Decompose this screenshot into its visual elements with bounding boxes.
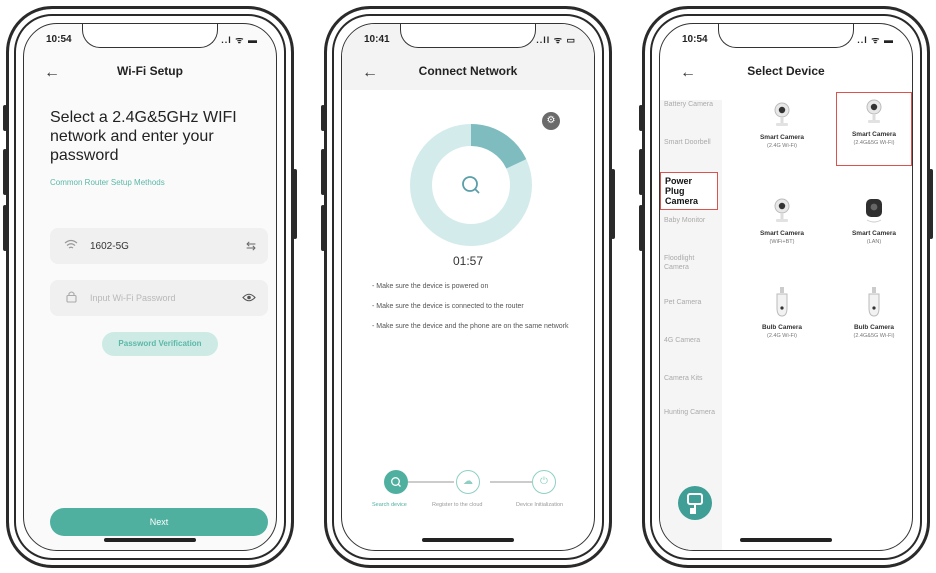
help-icon[interactable] [678,486,712,520]
device-subtitle: (WiFi+BT) [769,239,795,245]
wifi-headline: Select a 2.4G&5GHz WIFI network and ente… [50,109,237,164]
home-indicator[interactable] [422,538,514,542]
volume-up-button [639,149,643,195]
device-card[interactable]: Smart Camera (WiFi+BT) [744,192,820,245]
power-step-icon: ⏻ [532,470,556,494]
connection-tips: - Make sure the device is powered on - M… [372,282,572,342]
power-button [611,169,615,239]
device-name: Smart Camera [759,134,805,141]
bulb-camera-icon [868,287,880,317]
camera-icon [774,198,790,222]
device-name: Smart Camera [851,230,897,237]
power-button [293,169,297,239]
screen: 10:54 ..l ᯤ ▬ ← Select Device Battery Ca… [659,23,913,551]
volume-down-button [321,205,325,251]
status-icons: ..l ᯤ ▬ [857,35,894,45]
screen: 10:54 ..l ᯤ ▬ ← Wi-Fi Setup Select a 2.4… [23,23,277,551]
router-setup-link[interactable]: Common Router Setup Methods [50,178,165,187]
lan-camera-icon [866,199,882,223]
power-button [929,169,933,239]
device-card[interactable]: Bulb Camera (2.4G&5G Wi-Fi) [836,280,912,339]
ssid-field[interactable]: 1602-5G ⇆ [50,228,268,264]
cloud-step-icon: ☁ [456,470,480,494]
volume-up-button [321,149,325,195]
device-subtitle: (2.4G&5G Wi-Fi) [853,333,895,339]
screen: 10:41 ..ll ᯤ ▭ ← Connect Network ⚙ 01:57… [341,23,595,551]
camera-icon [866,99,882,123]
tip-item: - Make sure the device is connected to t… [372,303,524,310]
password-input[interactable]: Input Wi-Fi Password [90,293,242,303]
search-icon [452,166,490,204]
phone-connect-network: 10:41 ..ll ᯤ ▭ ← Connect Network ⚙ 01:57… [321,6,615,568]
device-subtitle: (2.4G&5G Wi-Fi) [853,140,895,146]
notch [718,24,854,48]
countdown-timer: 01:57 [452,254,484,268]
step-label: Register to the cloud [432,502,483,508]
category-item[interactable]: Camera Kits [664,374,720,383]
page-title: Wi-Fi Setup [117,64,183,78]
mute-switch [3,105,7,131]
status-time: 10:41 [364,34,390,45]
step-label: Search device [372,502,407,508]
password-field[interactable]: Input Wi-Fi Password [50,280,268,316]
device-card-selected[interactable]: Smart Camera (2.4G&5G Wi-Fi) [836,92,912,166]
tip-item: - Make sure the device and the phone are… [372,323,569,330]
volume-down-button [639,205,643,251]
mute-switch [639,105,643,131]
device-name: Bulb Camera [853,324,895,331]
device-name: Bulb Camera [761,324,803,331]
device-name: Smart Camera [851,131,897,138]
ssid-value: 1602-5G [90,240,129,252]
step-connector [408,481,454,483]
password-verification-button[interactable]: Password Verification [102,332,218,356]
mute-switch [321,105,325,131]
phone-wifi-setup: 10:54 ..l ᯤ ▬ ← Wi-Fi Setup Select a 2.4… [3,6,297,568]
category-item-selected[interactable]: Power Plug Camera [660,172,718,210]
next-button[interactable]: Next [50,508,268,536]
home-indicator[interactable] [740,538,832,542]
status-time: 10:54 [682,34,708,45]
step-connector [490,481,532,483]
home-indicator[interactable] [104,538,196,542]
device-subtitle: (LAN) [866,239,882,245]
device-name: Smart Camera [759,230,805,237]
device-card[interactable]: Bulb Camera (2.4G Wi-Fi) [744,280,820,339]
notch [400,24,536,48]
eye-icon[interactable] [242,291,256,305]
step-label: Device Initialization [516,502,564,508]
status-time: 10:54 [46,34,72,45]
category-item[interactable]: Battery Camera [664,100,720,109]
status-icons: ..l ᯤ ▬ [221,35,258,45]
phone-select-device: 10:54 ..l ᯤ ▬ ← Select Device Battery Ca… [639,6,933,568]
category-item[interactable]: Hunting Camera [664,408,720,417]
device-subtitle: (2.4G Wi-Fi) [767,333,797,339]
volume-up-button [3,149,7,195]
category-item[interactable]: Smart Doorbell [664,138,720,147]
page-title: Select Device [747,64,825,78]
camera-icon [774,102,790,126]
category-item[interactable]: Pet Camera [664,298,720,307]
search-device-step-icon [384,470,408,494]
category-sidebar: Battery Camera Smart Doorbell Power Plug… [660,100,722,550]
status-icons: ..ll ᯤ ▭ [536,35,576,45]
device-subtitle: (2.4G Wi-Fi) [767,143,797,149]
category-item[interactable]: Baby Monitor [664,216,720,225]
category-item[interactable]: 4G Camera [664,336,720,345]
tip-item: - Make sure the device is powered on [372,283,489,290]
notch [82,24,218,48]
volume-down-button [3,205,7,251]
switch-network-icon[interactable]: ⇆ [246,239,256,253]
category-item[interactable]: Floodlight Camera [664,254,720,272]
device-card[interactable]: Smart Camera (2.4G Wi-Fi) [744,96,820,149]
page-title: Connect Network [418,64,518,78]
settings-icon[interactable]: ⚙ [542,112,560,130]
bulb-camera-icon [776,287,788,317]
wifi-icon [62,239,80,253]
progress-steps: ☁ ⏻ Search device Register to the cloud … [368,468,578,516]
device-card[interactable]: Smart Camera (LAN) [836,192,912,245]
lock-icon [62,290,80,306]
